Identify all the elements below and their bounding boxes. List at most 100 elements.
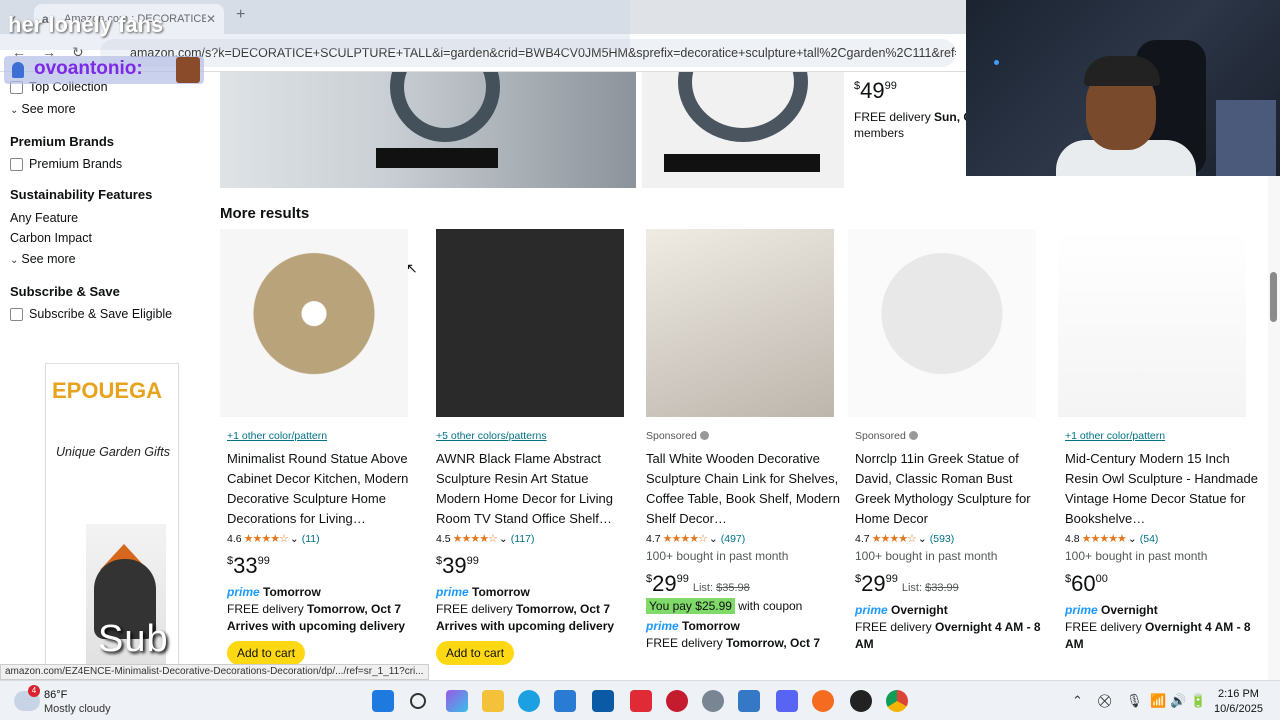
app-icon[interactable] (592, 690, 614, 712)
scrollbar[interactable] (1268, 176, 1280, 680)
product-card: Sponsored Norrclp 11in Greek Statue of Da… (848, 229, 1051, 653)
product-title-link[interactable]: Tall White Wooden Decorative Sculpture C… (646, 449, 842, 529)
prime-badge: prime Tomorrow (646, 619, 842, 633)
chevron-down-icon[interactable]: ⌄ (709, 533, 718, 545)
review-count-link[interactable]: (11) (302, 533, 320, 545)
price-fraction: 99 (884, 80, 897, 92)
obs-icon[interactable] (850, 690, 872, 712)
rating[interactable]: 4.5 ★★★★☆ ⌄ (117) (436, 532, 632, 546)
amazon-favicon-icon: a (42, 12, 49, 26)
wifi-icon[interactable]: 📶 (1150, 693, 1166, 709)
info-icon[interactable] (908, 431, 918, 440)
review-count-link[interactable]: (593) (930, 533, 955, 545)
prime-speed: Overnight (891, 603, 948, 617)
color-options-link[interactable]: +1 other color/pattern (1065, 430, 1261, 443)
product-image[interactable] (848, 229, 1036, 417)
product-card: +1 other color/pattern Minimalist Round S… (220, 229, 423, 665)
add-to-cart-button[interactable]: Add to cart (227, 641, 306, 665)
file-explorer-icon[interactable] (482, 690, 504, 712)
product-image[interactable] (1058, 229, 1246, 417)
list-price: List: $33.99 (902, 582, 959, 594)
chevron-up-icon[interactable]: ⌃ (1072, 693, 1083, 709)
delivery-day: Tomorrow, Oct 7 (307, 602, 402, 616)
close-tab-icon[interactable]: ✕ (206, 12, 216, 26)
price[interactable]: $2999List: $33.99 (855, 571, 1051, 597)
settings-gear-icon[interactable] (702, 690, 724, 712)
tab-amazon[interactable]: a Amazon.com : DECORATICE SC ✕ (34, 4, 224, 34)
sponsored-label[interactable]: Sponsored (855, 430, 1051, 443)
search-icon[interactable] (410, 693, 426, 709)
price[interactable]: $2999List: $35.98 (646, 571, 842, 597)
volume-icon[interactable]: 🔊 (1170, 693, 1186, 709)
rating[interactable]: 4.7 ★★★★☆ ⌄ (497) (646, 532, 842, 546)
chevron-down-icon[interactable]: ⌄ (918, 533, 927, 545)
color-options-link[interactable]: +1 other color/pattern (227, 430, 423, 443)
app-icon[interactable] (666, 690, 688, 712)
mouse-cursor-icon: ↖ (406, 260, 418, 276)
filter-subscribe-save[interactable]: Subscribe & Save Eligible (10, 307, 172, 321)
checkbox[interactable] (10, 157, 23, 171)
filter-any-feature[interactable]: Any Feature (10, 211, 78, 225)
review-count-link[interactable]: (117) (511, 533, 535, 545)
rating[interactable]: 4.8 ★★★★★ ⌄ (54) (1065, 532, 1261, 546)
chevron-down-icon[interactable]: ⌄ (290, 533, 299, 545)
price-fraction: 00 (1095, 573, 1108, 585)
product-image[interactable] (642, 72, 844, 188)
price[interactable]: $3999 (436, 553, 632, 579)
price[interactable]: $3399 (227, 553, 423, 579)
user-icon (12, 62, 24, 78)
checkbox[interactable] (10, 307, 23, 321)
add-to-cart-button[interactable]: Add to cart (436, 641, 515, 665)
sponsored-label[interactable]: Sponsored (646, 430, 842, 443)
chrome-icon[interactable] (886, 690, 908, 712)
copilot-icon[interactable] (446, 690, 468, 712)
delivery-text: members (854, 126, 905, 140)
chevron-down-icon[interactable]: ⌄ (499, 533, 508, 545)
edge-icon[interactable] (518, 690, 540, 712)
url-field[interactable]: amazon.com/s?k=DECORATICE+SCULPTURE+TALL… (100, 39, 956, 67)
review-count-link[interactable]: (497) (721, 533, 746, 545)
bought-count: 100+ bought in past month (646, 549, 789, 563)
info-icon[interactable] (699, 431, 709, 440)
product-title-link[interactable]: AWNR Black Flame Abstract Sculpture Resi… (436, 449, 632, 529)
store-icon[interactable] (554, 690, 576, 712)
app-icon[interactable] (630, 690, 652, 712)
price[interactable]: $6000 (1065, 571, 1261, 597)
weather-widget[interactable]: 4 86°F Mostly cloudy (14, 685, 124, 717)
product-title-link[interactable]: Minimalist Round Statue Above Cabinet De… (227, 449, 423, 529)
microphone-icon[interactable]: 🎙 (1126, 693, 1143, 709)
delivery-text: FREE delivery (855, 620, 936, 634)
product-title-link[interactable]: Norrclp 11in Greek Statue of David, Clas… (855, 449, 1051, 529)
chevron-down-icon[interactable]: ⌄ (1128, 533, 1137, 545)
see-more-link[interactable]: ⌄ See more (10, 102, 76, 116)
price-whole: 29 (652, 571, 677, 596)
weather-desc: Mostly cloudy (44, 703, 111, 715)
see-more-link[interactable]: ⌄ See more (10, 252, 76, 266)
product-image[interactable] (436, 229, 624, 417)
app-icon[interactable] (738, 690, 760, 712)
rating[interactable]: 4.7 ★★★★☆ ⌄ (593) (855, 532, 1051, 546)
review-count-link[interactable]: (54) (1140, 533, 1159, 545)
network-icon[interactable]: ⛒ (1098, 693, 1111, 709)
filter-premium-brands[interactable]: Premium Brands (10, 157, 122, 171)
webcam-overlay (966, 0, 1280, 176)
firefox-icon[interactable] (812, 690, 834, 712)
product-image[interactable] (220, 72, 636, 188)
discord-icon[interactable] (776, 690, 798, 712)
delivery-text: FREE delivery (854, 110, 935, 124)
battery-icon[interactable]: 🔋 (1190, 693, 1206, 709)
ad-logo: EPOUEGA (52, 378, 163, 403)
filter-carbon-impact[interactable]: Carbon Impact (10, 231, 92, 245)
product-image[interactable] (646, 229, 834, 417)
windows-start-icon[interactable] (372, 690, 394, 712)
product-image[interactable] (220, 229, 408, 417)
rating[interactable]: 4.6 ★★★★☆ ⌄ (11) (227, 532, 423, 546)
new-tab-icon[interactable]: + (236, 6, 245, 24)
coupon: You pay $25.99 with coupon (646, 598, 842, 614)
stream-user-tag: ovoantonio: (4, 56, 204, 84)
product-title-link[interactable]: Mid-Century Modern 15 Inch Resin Owl Scu… (1065, 449, 1261, 529)
clock[interactable]: 2:16 PM 10/6/2025 (1214, 687, 1263, 717)
color-options-link[interactable]: +5 other colors/patterns (436, 430, 632, 443)
scrollbar-thumb[interactable] (1270, 272, 1277, 322)
tab-search-icon[interactable]: ⌄ (8, 8, 18, 22)
